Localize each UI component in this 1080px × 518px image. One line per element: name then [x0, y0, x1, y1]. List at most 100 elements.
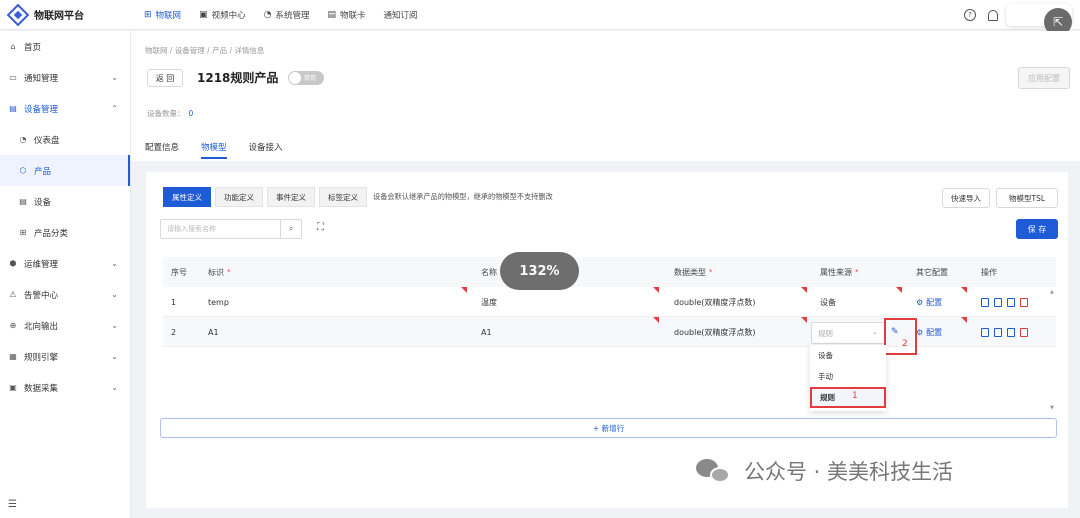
help-icon[interactable]: ?	[964, 9, 976, 21]
iot-icon: ⊞	[144, 9, 152, 20]
row-index: 1	[171, 297, 177, 307]
chevron-down-icon: ⌄	[111, 383, 118, 392]
add-row-button[interactable]: + 新增行	[160, 418, 1057, 438]
delete-icon[interactable]	[1020, 327, 1028, 337]
topnav-iot[interactable]: ⊞ 物联网	[144, 0, 181, 30]
sidebar-item-alarm[interactable]: ⚠ 告警中心 ⌄	[0, 279, 130, 310]
table-scrollbar[interactable]: ▲ ▼	[1050, 287, 1056, 411]
topnav-system[interactable]: ◔ 系统管理	[264, 0, 310, 30]
sidebar-item-device-mgmt[interactable]: ▤ 设备管理 ⌃	[0, 93, 130, 124]
topnav-iot-card[interactable]: ▤ 物联卡	[327, 0, 365, 30]
sidebar-item-label: 数据采集	[24, 383, 59, 394]
search-input[interactable]	[161, 220, 281, 238]
sidebar-item-label: 北向输出	[24, 321, 59, 332]
insert-icon[interactable]	[994, 327, 1002, 337]
row-data-type[interactable]: double(双精度浮点数)	[674, 317, 756, 347]
quick-import-button[interactable]: 快速导入	[942, 188, 990, 208]
bell-icon[interactable]	[988, 9, 998, 21]
tsl-button[interactable]: 物模型TSL	[996, 188, 1058, 208]
source-select[interactable]: 规则 ⌄	[811, 322, 885, 344]
sidebar-item-northbound[interactable]: ⊕ 北向输出 ⌄	[0, 310, 130, 341]
row-config[interactable]: ⚙ 配置	[916, 287, 942, 317]
row-identifier[interactable]: temp	[208, 287, 229, 317]
copy-icon[interactable]	[981, 327, 989, 337]
back-button[interactable]: 返 回	[147, 69, 183, 87]
watermark: 公众号 · 美美科技生活	[696, 456, 953, 486]
search-box: ⌕	[160, 219, 302, 239]
copy-icon[interactable]	[981, 297, 989, 307]
col-other-config: 其它配置	[916, 267, 948, 277]
row-name[interactable]: A1	[481, 317, 492, 347]
apply-config-button[interactable]: 应用配置	[1018, 67, 1070, 89]
dropdown-option-manual[interactable]: 手动	[810, 366, 886, 387]
row-actions	[981, 317, 1033, 347]
row-config[interactable]: ⚙ 配置	[916, 317, 942, 347]
subtab-functions[interactable]: 功能定义	[215, 187, 263, 207]
save-button[interactable]: 保 存	[1016, 219, 1058, 239]
sidebar-item-rule-engine[interactable]: ▦ 规则引擎 ⌄	[0, 341, 130, 372]
changed-mark	[653, 287, 659, 293]
row-data-type[interactable]: double(双精度浮点数)	[674, 287, 756, 317]
topnav-video[interactable]: ▣ 视频中心	[199, 0, 246, 30]
collapse-menu-icon[interactable]: ☰	[8, 499, 17, 510]
sidebar-item-category[interactable]: ⊞ 产品分类	[0, 217, 130, 248]
rule-engine-icon: ▦	[9, 352, 17, 361]
fullscreen-icon[interactable]: ⛶	[317, 222, 324, 233]
insert-icon[interactable]	[994, 297, 1002, 307]
table-header: 序号 标识 * 名称 数据类型 * 属性来源 * 其它配置 操作	[163, 257, 1056, 287]
row-name[interactable]: 温度	[481, 287, 497, 317]
toggle-label: 禁用	[304, 75, 317, 82]
settings-icon: ◔	[263, 9, 272, 20]
sidebar-item-label: 仪表盘	[34, 135, 60, 146]
row-index: 2	[171, 327, 177, 337]
config-link[interactable]: 配置	[926, 327, 942, 338]
topnav-label: 通知订阅	[383, 10, 418, 21]
chevron-down-icon: ⌄	[872, 328, 878, 336]
required-mark: *	[709, 268, 713, 276]
gear-icon: ⚙	[916, 327, 924, 337]
sidebar-item-product[interactable]: ⬡ 产品	[0, 155, 130, 186]
tab-config-info[interactable]: 配置信息	[145, 141, 179, 159]
subtab-properties[interactable]: 属性定义	[163, 187, 211, 207]
col-index: 序号	[171, 267, 187, 277]
dropdown-option-device[interactable]: 设备	[810, 345, 886, 366]
watermark-text: 公众号 · 美美科技生活	[744, 460, 954, 484]
device-count-value[interactable]: 0	[189, 109, 194, 118]
tab-device-access[interactable]: 设备接入	[249, 141, 283, 159]
sidebar-item-data-collect[interactable]: ▣ 数据采集 ⌄	[0, 372, 130, 403]
product-status-toggle[interactable]: 禁用	[288, 71, 324, 85]
col-identifier-label: 标识	[208, 267, 224, 277]
sidebar-item-dashboard[interactable]: ◔ 仪表盘	[0, 124, 130, 155]
delete-icon[interactable]	[1020, 297, 1028, 307]
sidebar-item-label: 通知管理	[24, 73, 59, 84]
top-bar: 物联网平台 ⊞ 物联网 ▣ 视频中心 ◔ 系统管理 ▤ 物联卡 通知订阅 ? ⇱	[0, 0, 1080, 36]
col-data-type-label: 数据类型	[674, 267, 706, 277]
subtab-tags[interactable]: 标签定义	[319, 187, 367, 207]
sidebar-item-notice[interactable]: ▭ 通知管理 ⌄	[0, 62, 130, 93]
ops-icon: ⬢	[9, 259, 17, 268]
detail-icon[interactable]	[1007, 327, 1015, 337]
search-icon[interactable]: ⌕	[280, 220, 301, 238]
scroll-down-icon[interactable]: ▼	[1050, 405, 1054, 411]
tab-thing-model[interactable]: 物模型	[201, 141, 227, 159]
sidebar-item-home[interactable]: ⌂ 首页	[0, 31, 130, 62]
config-link[interactable]: 配置	[926, 297, 942, 308]
detail-icon[interactable]	[1007, 297, 1015, 307]
edit-icon[interactable]: ✎	[891, 327, 899, 337]
topnav-subscription[interactable]: 通知订阅	[384, 0, 418, 30]
home-icon: ⌂	[10, 42, 16, 51]
northbound-icon: ⊕	[9, 321, 17, 330]
page-title: 1218规则产品	[197, 71, 279, 85]
gear-icon: ⚙	[916, 297, 924, 307]
dropdown-option-rule[interactable]: 规则	[810, 387, 886, 408]
sidebar-item-device[interactable]: ▤ 设备	[0, 186, 130, 217]
row-identifier[interactable]: A1	[208, 317, 219, 347]
brand[interactable]: 物联网平台	[0, 3, 130, 26]
row-source[interactable]: 设备	[820, 287, 836, 317]
col-source-label: 属性来源	[820, 267, 852, 277]
changed-mark	[801, 287, 807, 293]
sidebar-item-ops[interactable]: ⬢ 运维管理 ⌄	[0, 248, 130, 279]
scroll-up-icon[interactable]: ▲	[1050, 289, 1054, 295]
subtab-events[interactable]: 事件定义	[267, 187, 315, 207]
chevron-down-icon: ⌄	[111, 259, 118, 268]
